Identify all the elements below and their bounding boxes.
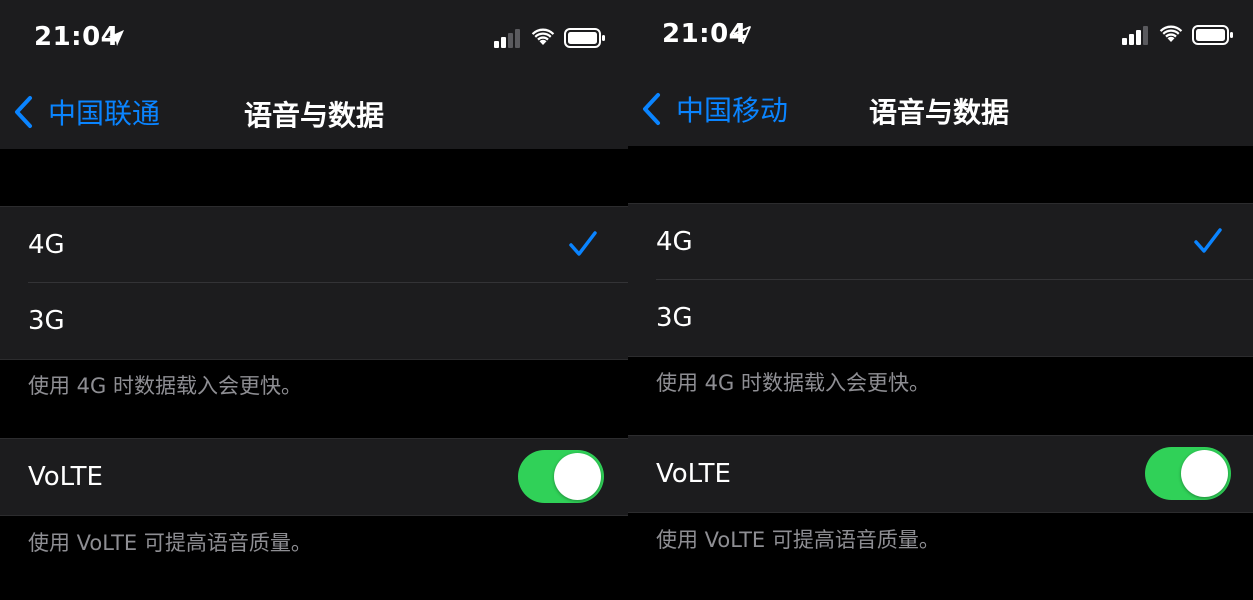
cellular-signal-icon [1122,26,1148,45]
volte-footnote: 使用 VoLTE 可提高语音质量。 [656,528,940,552]
option-3g-label: 3G [656,303,693,333]
page-title: 语音与数据 [243,99,384,132]
volte-label: VoLTE [656,459,731,489]
network-options-group: 4G 3G [628,203,1253,357]
wifi-icon [531,28,555,45]
volte-row: VoLTE [0,439,628,515]
volte-toggle[interactable] [518,450,604,503]
settings-screen-mobile: 21:04 中国移动 语音与数据 4G 3G 使用 4G 时数据载入会更快。 V… [628,0,1253,597]
status-bar: 21:04 [628,0,1253,77]
page-title: 语音与数据 [868,96,1009,129]
volte-group: VoLTE [0,438,628,516]
option-3g[interactable]: 3G [0,283,628,359]
network-footnote: 使用 4G 时数据载入会更快。 [656,371,930,395]
status-bar: 21:04 [0,0,628,80]
toggle-knob [554,453,601,500]
toggle-knob [1181,450,1228,497]
volte-footnote: 使用 VoLTE 可提高语音质量。 [28,531,312,555]
battery-icon [1192,25,1233,45]
volte-group: VoLTE [628,435,1253,513]
volte-label: VoLTE [28,462,103,492]
wifi-icon [1159,25,1183,42]
cellular-signal-icon [494,29,520,48]
navigation-bar: 中国联通 语音与数据 [0,80,628,149]
screens-comparison: 21:04 中国联通 语音与数据 4G 3G 使用 4G 时数据载入会更快。 V… [0,0,1253,600]
option-3g-label: 3G [28,306,65,336]
option-4g[interactable]: 4G [628,204,1253,280]
volte-row: VoLTE [628,436,1253,512]
battery-icon [564,28,605,48]
volte-toggle[interactable] [1145,447,1231,500]
option-4g-label: 4G [656,227,693,257]
location-arrow-icon [733,26,751,44]
checkmark-icon [1194,228,1222,253]
settings-screen-unicom: 21:04 中国联通 语音与数据 4G 3G 使用 4G 时数据载入会更快。 V… [0,0,628,600]
network-options-group: 4G 3G [0,206,628,360]
network-footnote: 使用 4G 时数据载入会更快。 [28,374,302,398]
location-arrow-icon [108,30,124,46]
navigation-bar: 中国移动 语音与数据 [628,77,1253,146]
option-4g-label: 4G [28,230,65,260]
option-3g[interactable]: 3G [628,280,1253,356]
option-4g[interactable]: 4G [0,207,628,283]
checkmark-icon [569,231,597,256]
